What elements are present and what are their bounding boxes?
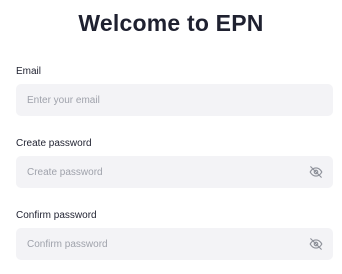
create-password-field-container [16,156,333,188]
create-password-field[interactable] [16,156,333,188]
eye-off-icon[interactable] [309,237,323,251]
page-title: Welcome to EPN [78,10,264,36]
confirm-password-field-container [16,228,333,260]
confirm-password-field[interactable] [16,228,333,260]
email-field[interactable] [16,84,333,116]
signup-form-page: Welcome to EPN Email Create password Con… [0,0,342,274]
confirm-password-label: Confirm password [16,210,97,221]
email-label: Email [16,66,42,77]
eye-off-icon[interactable] [309,165,323,179]
email-field-container [16,84,333,116]
create-password-label: Create password [16,138,92,149]
